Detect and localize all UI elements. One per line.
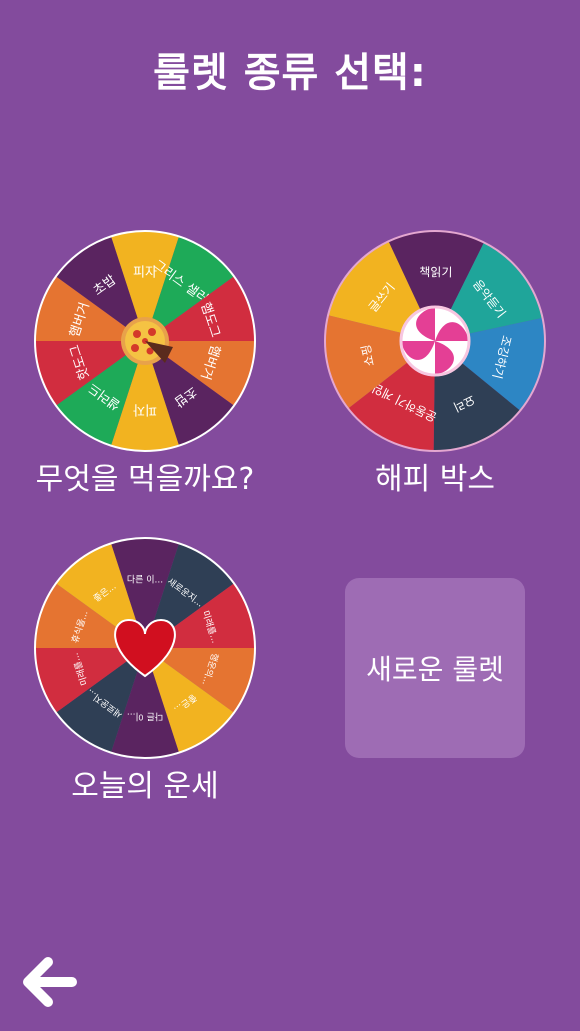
candy-icon (399, 305, 471, 377)
wheel-card-fortune[interactable]: 다른 이... 새로운지... 미래를... 행운의... 좋은... 다른 이... 새로… (20, 535, 270, 805)
happy-wheel[interactable]: 책읽기음악듣기조깅하기요리운동하기 게임쇼핑글쓰기 (322, 228, 548, 454)
wheel-segment-label: 다른 이... (127, 711, 163, 722)
wheel-label-food: 무엇을 먹을까요? (35, 462, 255, 497)
food-wheel[interactable]: 피자그리스 샐러드햄도그햄버거초밥피자샐러드핫도그햄버거초밥 (32, 228, 258, 454)
back-button[interactable] (20, 952, 80, 1012)
new-wheel-label: 새로운 룰렛 (366, 653, 504, 686)
wheel-segment-label: 책읽기 (419, 264, 452, 279)
fortune-wheel[interactable]: 다른 이... 새로운지...미래를...행운의...좋은...다른 이...새로… (32, 535, 258, 761)
wheel-card-food[interactable]: 피자 그리스 샐러드 햄도그 햄버거 초밥 피자 샐러드 핫도그 햄버거 초밥 무엇을 먹을까요? (20, 228, 270, 498)
wheel-card-happy[interactable]: 책읽기 음악듣기 조깅하기 요리 운동하기 게임 쇼핑 글쓰기 해피 박스 (310, 228, 560, 498)
new-wheel-button[interactable]: 새로운 룰렛 (345, 578, 525, 758)
back-arrow-icon (23, 957, 77, 1007)
page-title: 룰렛 종류 선택: (153, 50, 427, 96)
wheel-segment-label: 피자 (133, 402, 157, 417)
wheel-label-happy: 해피 박스 (375, 462, 495, 497)
wheel-label-fortune: 오늘의 운세 (71, 769, 219, 804)
wheel-segment-label: 다른 이... (127, 574, 163, 585)
